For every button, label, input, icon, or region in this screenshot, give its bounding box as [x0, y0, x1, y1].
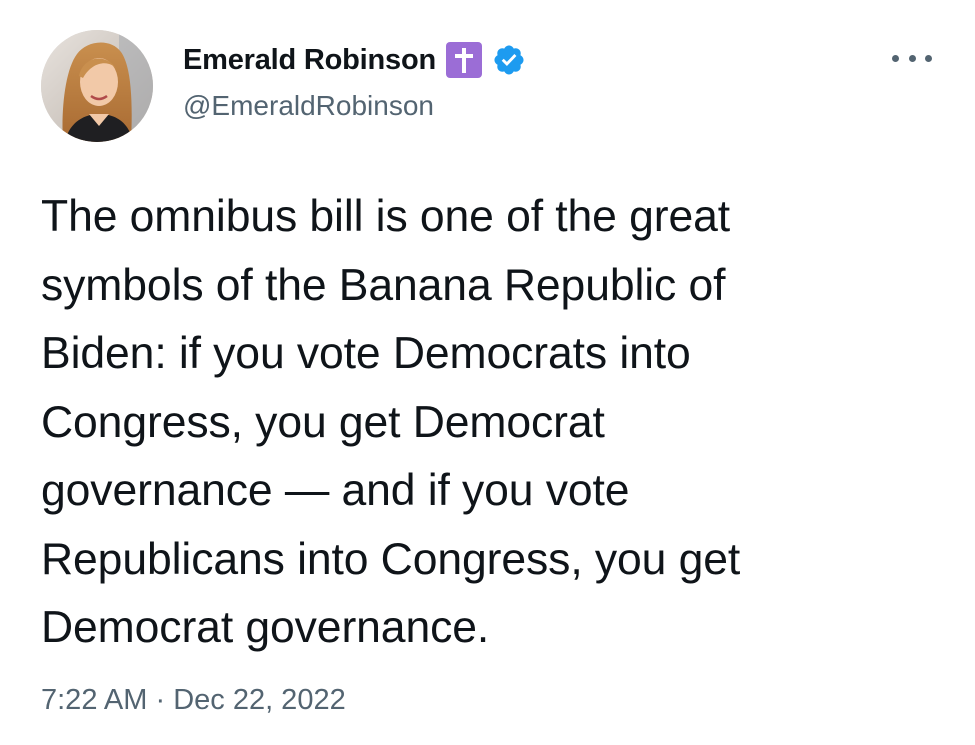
avatar[interactable] — [41, 30, 153, 142]
author-name-row: Emerald Robinson — [183, 40, 526, 80]
tweet-date[interactable]: Dec 22, 2022 — [173, 684, 346, 717]
more-horizontal-icon — [925, 54, 932, 62]
more-horizontal-icon — [892, 54, 899, 62]
timestamp[interactable]: 7:22 AM · Dec 22, 2022 — [41, 684, 346, 717]
more-options-button[interactable] — [892, 48, 932, 68]
tweet-text: The omnibus bill is one of the great sym… — [41, 192, 741, 652]
cross-icon — [446, 42, 482, 78]
author-handle[interactable]: @EmeraldRobinson — [183, 90, 434, 122]
display-name[interactable]: Emerald Robinson — [183, 44, 436, 77]
verified-icon — [492, 43, 526, 77]
tweet-card: Emerald Robinson @EmeraldRobinson The om… — [0, 0, 975, 745]
timestamp-separator: · — [147, 684, 174, 716]
more-horizontal-icon — [908, 54, 916, 62]
tweet-time[interactable]: 7:22 AM — [41, 684, 147, 717]
profile-photo — [41, 30, 153, 142]
